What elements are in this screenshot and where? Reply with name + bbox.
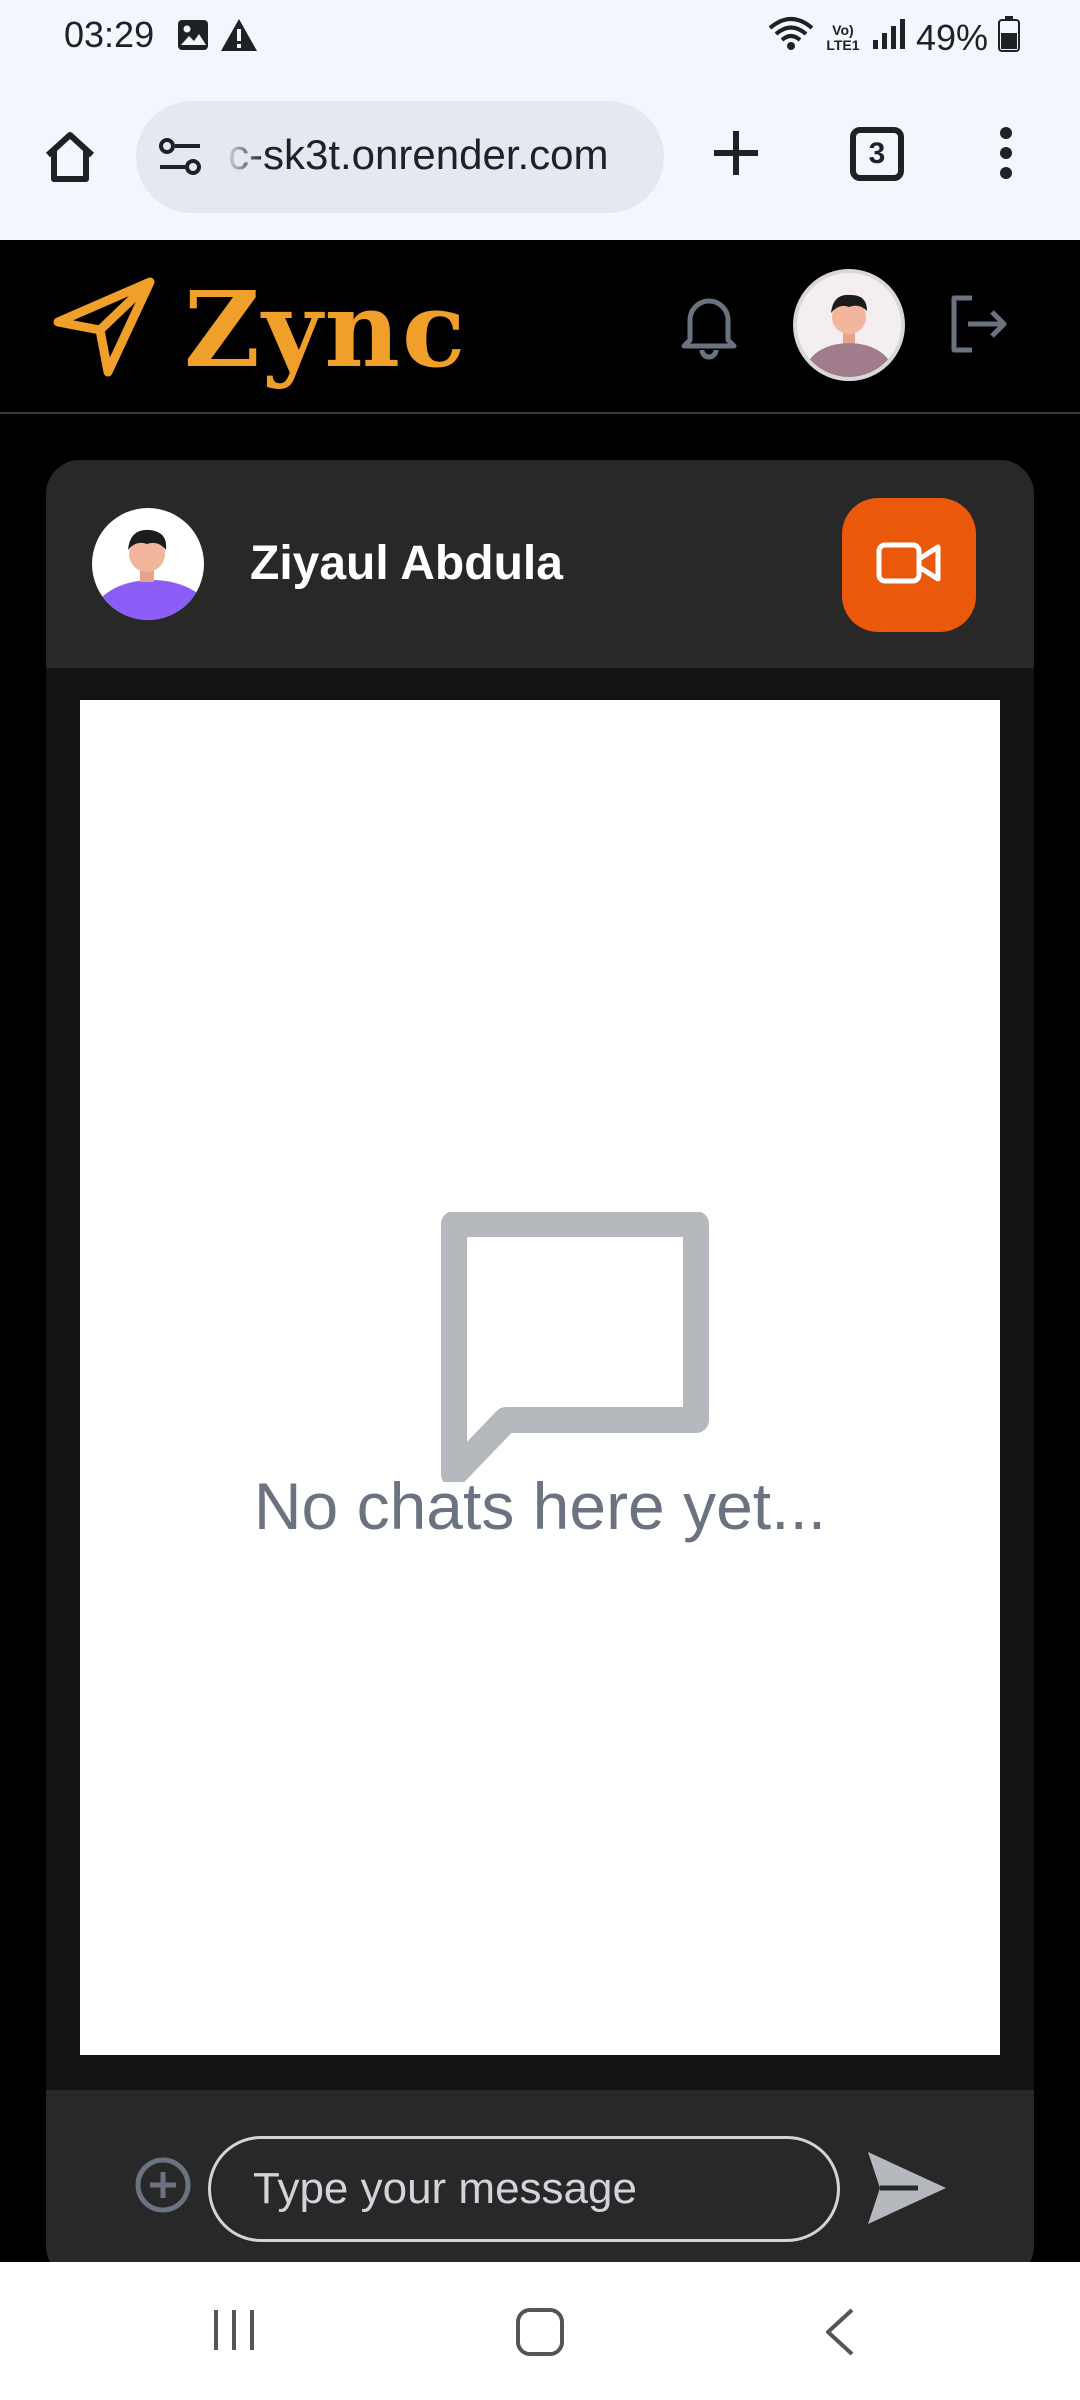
tab-switcher-icon[interactable]: 3	[850, 127, 904, 181]
contact-name: Ziyaul Abdula	[250, 537, 563, 590]
chat-bubble-icon	[440, 1211, 710, 1487]
user-avatar[interactable]	[793, 269, 905, 381]
app-header: Zync	[0, 240, 1080, 414]
contact-avatar[interactable]	[92, 508, 204, 620]
more-menu-icon[interactable]	[998, 125, 1014, 186]
logout-icon[interactable]	[948, 294, 1010, 359]
message-input[interactable]	[208, 2136, 840, 2242]
status-right-cluster: Vo) LTE1 49%	[768, 14, 1020, 62]
new-tab-icon[interactable]	[708, 125, 764, 186]
recents-icon[interactable]	[210, 2306, 258, 2359]
send-icon[interactable]	[866, 2150, 948, 2231]
network-label: Vo) LTE1	[826, 22, 860, 53]
system-nav-bar	[0, 2262, 1080, 2400]
paper-plane-logo-icon[interactable]	[50, 270, 160, 385]
site-settings-icon[interactable]	[158, 137, 202, 182]
chat-header: Ziyaul Abdula	[46, 460, 1034, 668]
add-circle-icon[interactable]	[134, 2156, 192, 2219]
status-time: 03:29	[64, 14, 155, 55]
battery-text: 49%	[915, 17, 988, 58]
brand-name[interactable]: Zync	[184, 268, 467, 391]
message-composer	[46, 2090, 1034, 2280]
signal-icon	[872, 17, 906, 59]
address-bar[interactable]: c-sk3t.onrender.com	[136, 101, 664, 213]
image-icon	[176, 18, 210, 57]
back-icon[interactable]	[820, 2306, 860, 2363]
home-nav-icon[interactable]	[514, 2306, 566, 2363]
messages-area: No chats here yet...	[80, 700, 1000, 2055]
battery-icon	[998, 15, 1020, 61]
wifi-icon	[768, 16, 814, 61]
video-camera-icon	[876, 541, 942, 590]
browser-toolbar: c-sk3t.onrender.com 3	[0, 75, 1080, 240]
home-icon[interactable]	[40, 127, 100, 187]
tab-count: 3	[868, 137, 886, 170]
status-bar: 03:29 Vo) LTE1 49%	[0, 0, 1080, 75]
empty-chat-message: No chats here yet...	[253, 1469, 827, 1543]
warning-icon	[220, 18, 258, 57]
video-call-button[interactable]	[842, 498, 976, 632]
chat-card: Ziyaul Abdula No chats here yet...	[46, 460, 1034, 2280]
url-text: c-sk3t.onrender.com	[228, 131, 609, 178]
bell-icon[interactable]	[676, 288, 742, 365]
